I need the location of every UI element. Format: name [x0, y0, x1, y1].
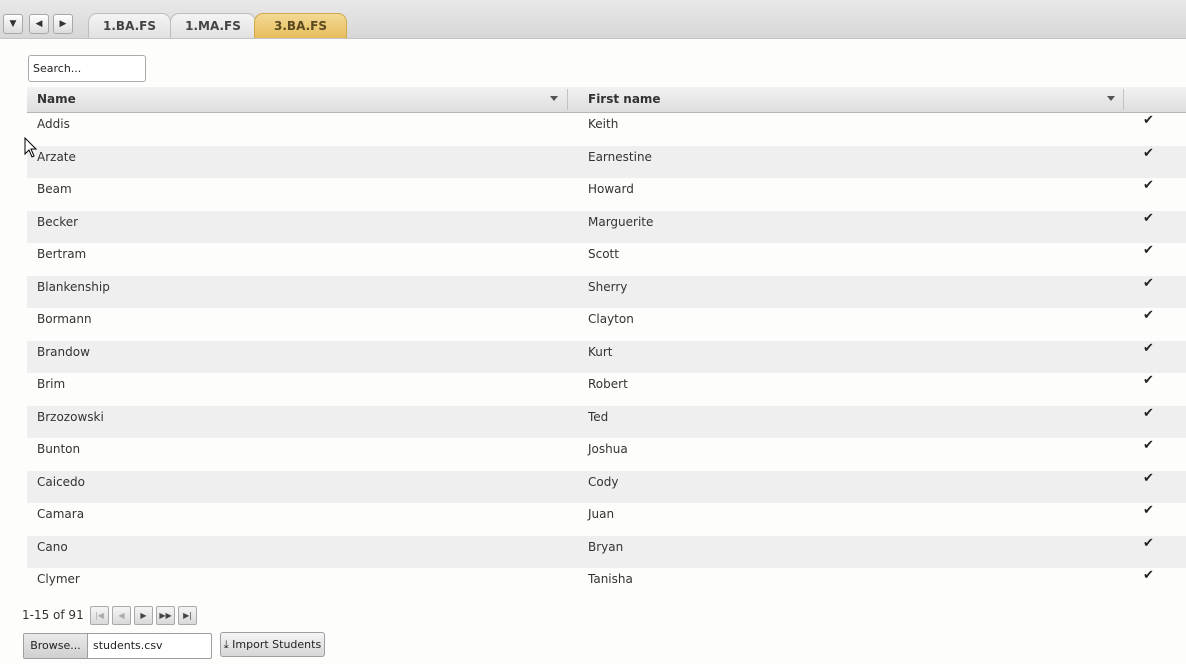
search-input[interactable] [28, 55, 146, 82]
checkmark-icon[interactable]: ✔ [1143, 208, 1154, 230]
name-cell: Becker [37, 214, 79, 229]
first-name-cell: Earnestine [588, 149, 652, 164]
file-upload-field[interactable]: Browse... students.csv [23, 633, 212, 659]
table-row[interactable]: Arzate Earnestine ✔ [27, 143, 1186, 178]
first-name-cell: Howard [588, 182, 634, 196]
import-students-button[interactable]: ⤓ Import Students [220, 632, 325, 657]
checkmark-icon[interactable]: ✔ [1143, 110, 1154, 132]
name-cell: Brzozowski [37, 409, 104, 424]
checkmark-icon[interactable]: ✔ [1143, 533, 1154, 555]
table-row[interactable]: Bertram Scott ✔ [27, 243, 1186, 276]
table-row[interactable]: Camara Juan ✔ [27, 503, 1186, 536]
first-name-cell: Robert [588, 377, 628, 391]
selected-file-name: students.csv [93, 639, 163, 652]
table-row[interactable]: Becker Marguerite ✔ [27, 208, 1186, 243]
table-row[interactable]: Clymer Tanisha ✔ [27, 568, 1186, 601]
name-cell: Camara [37, 507, 85, 521]
name-cell: Brim [37, 377, 66, 391]
tab-1-ba-fs[interactable]: 1.BA.FS [88, 13, 171, 38]
mouse-cursor-icon [24, 137, 38, 158]
column-header-name[interactable]: Name [27, 87, 567, 112]
name-cell: Bertram [37, 247, 87, 261]
table-row[interactable]: Blankenship Sherry ✔ [27, 273, 1186, 308]
name-cell: Cano [37, 539, 68, 554]
table-row[interactable]: Brim Robert ✔ [27, 373, 1186, 406]
column-divider[interactable] [1123, 89, 1124, 110]
name-cell: Bormann [37, 312, 92, 326]
table-row[interactable]: Beam Howard ✔ [27, 178, 1186, 211]
checkmark-icon[interactable]: ✔ [1143, 403, 1154, 425]
table-row[interactable]: Cano Bryan ✔ [27, 533, 1186, 568]
tab-1-ma-fs[interactable]: 1.MA.FS [170, 13, 256, 38]
chevron-right-icon[interactable]: ▶ [53, 14, 73, 34]
first-name-cell: Bryan [588, 539, 624, 554]
next-pages-icon[interactable]: ▶▶ [156, 606, 175, 625]
import-button-label: Import Students [232, 638, 322, 651]
first-name-cell: Joshua [588, 442, 628, 456]
first-name-cell: Cody [588, 474, 619, 489]
sort-arrow-icon[interactable] [550, 96, 558, 101]
first-name-cell: Marguerite [588, 214, 654, 229]
checkmark-icon[interactable]: ✔ [1143, 175, 1154, 197]
table-header: Name First name [27, 87, 1186, 113]
column-divider[interactable] [567, 89, 568, 110]
first-name-cell: Juan [588, 507, 615, 521]
checkmark-icon[interactable]: ✔ [1143, 500, 1154, 522]
prev-page-icon[interactable]: ◀ [112, 606, 131, 625]
checkmark-icon[interactable]: ✔ [1143, 240, 1154, 262]
name-cell: Brandow [37, 344, 90, 359]
chevron-left-icon[interactable]: ◀ [29, 14, 49, 34]
first-name-cell: Ted [588, 409, 609, 424]
download-icon: ⤓ [223, 638, 229, 651]
table-row[interactable]: Bunton Joshua ✔ [27, 438, 1186, 471]
checkmark-icon[interactable]: ✔ [1143, 435, 1154, 457]
column-header-first-name[interactable]: First name [578, 87, 1123, 112]
name-cell: Beam [37, 182, 72, 196]
first-name-cell: Scott [588, 247, 619, 261]
checkmark-icon[interactable]: ✔ [1143, 370, 1154, 392]
name-cell: Bunton [37, 442, 81, 456]
first-name-cell: Clayton [588, 312, 634, 326]
last-page-icon[interactable]: ▶| [178, 606, 197, 625]
table-row[interactable]: Caicedo Cody ✔ [27, 468, 1186, 503]
first-name-cell: Tanisha [588, 572, 633, 586]
table-row[interactable]: Brzozowski Ted ✔ [27, 403, 1186, 438]
checkmark-icon[interactable]: ✔ [1143, 468, 1154, 490]
chevron-down-icon[interactable]: ▼ [3, 14, 23, 34]
checkmark-icon[interactable]: ✔ [1143, 338, 1154, 360]
tab-3-ba-fs[interactable]: 3.BA.FS [254, 13, 347, 38]
name-cell: Clymer [37, 572, 80, 586]
first-page-icon[interactable]: |◀ [90, 606, 109, 625]
name-cell: Caicedo [37, 474, 86, 489]
sort-arrow-icon[interactable] [1107, 96, 1115, 101]
top-toolbar: ▼ ◀ ▶ 1.BA.FS 1.MA.FS 3.BA.FS [0, 0, 1186, 39]
checkmark-icon[interactable]: ✔ [1143, 273, 1154, 295]
next-page-icon[interactable]: ▶ [134, 606, 153, 625]
first-name-cell: Kurt [588, 344, 613, 359]
name-cell: Blankenship [37, 279, 110, 294]
table-row[interactable]: Bormann Clayton ✔ [27, 308, 1186, 341]
table-row[interactable]: Addis Keith ✔ [27, 113, 1186, 146]
pagination-range: 1-15 of 91 [22, 608, 84, 622]
checkmark-icon[interactable]: ✔ [1143, 305, 1154, 327]
first-name-cell: Keith [588, 117, 619, 131]
checkmark-icon[interactable]: ✔ [1143, 565, 1154, 587]
table-row[interactable]: Brandow Kurt ✔ [27, 338, 1186, 373]
first-name-cell: Sherry [588, 279, 628, 294]
name-cell: Addis [37, 117, 70, 131]
browse-button[interactable]: Browse... [24, 634, 88, 658]
students-table: Name First name Addis Keith ✔ Arzate Earnest… [27, 87, 1186, 601]
checkmark-icon[interactable]: ✔ [1143, 143, 1154, 165]
table-body: Addis Keith ✔ Arzate Earnestine ✔ Beam Howard ✔ B… [27, 113, 1186, 601]
